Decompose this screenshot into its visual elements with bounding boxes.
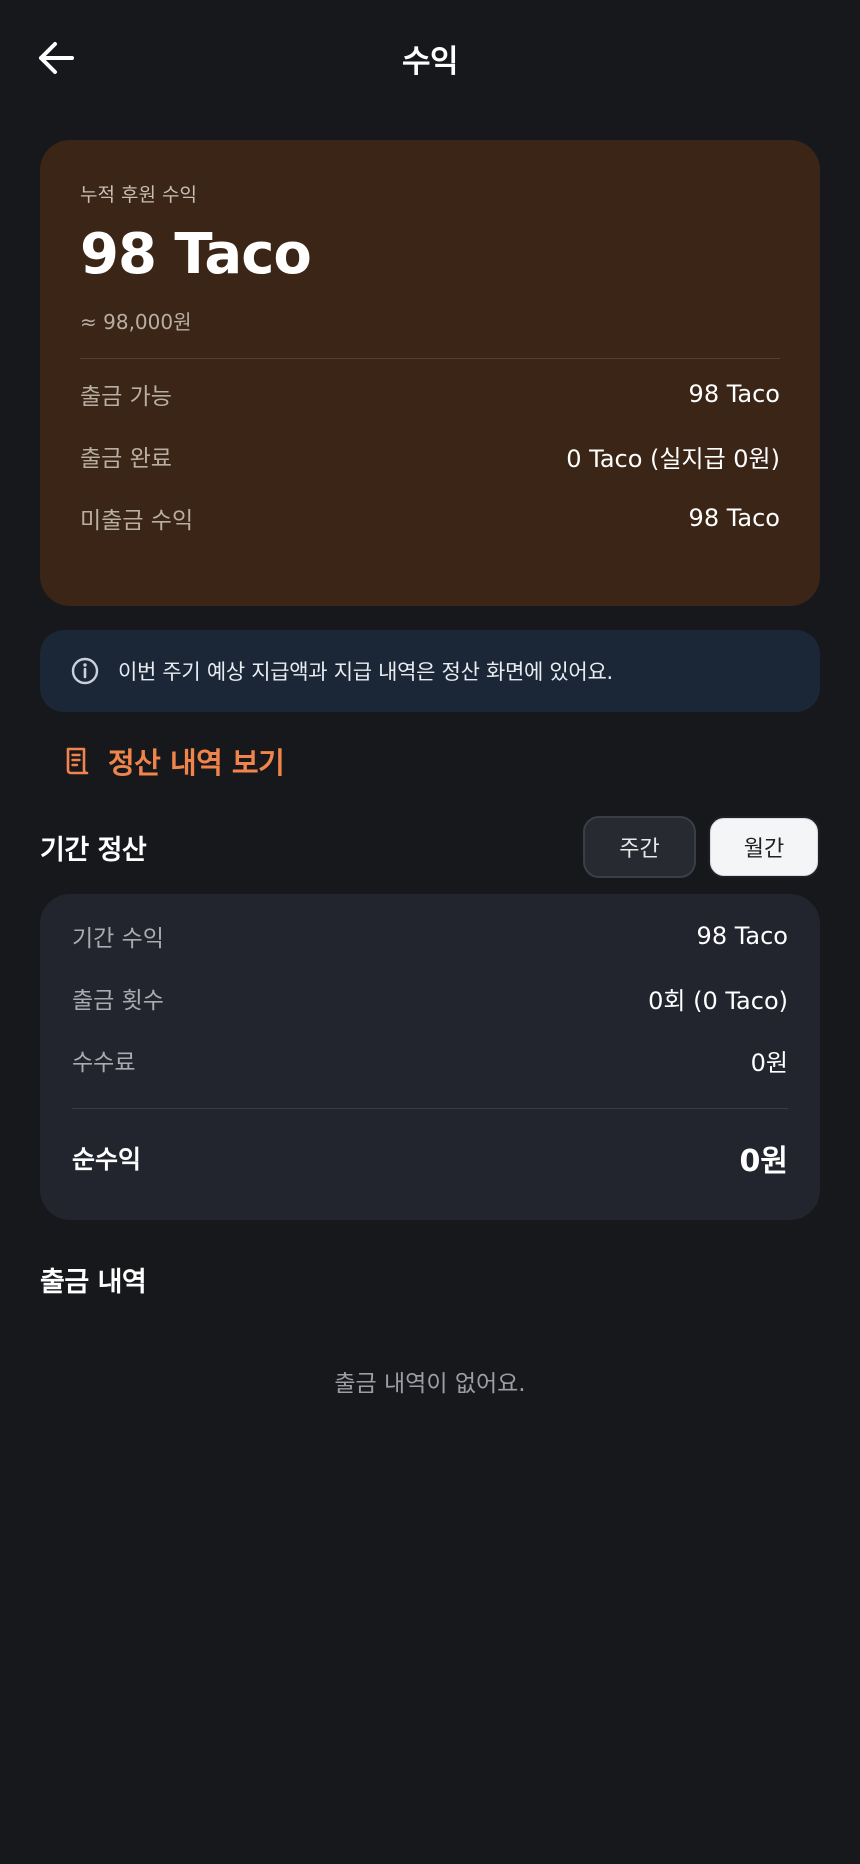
earnings-amount: 98 Taco: [80, 222, 312, 287]
tab-weekly[interactable]: 주간: [583, 816, 696, 878]
period-row-label: 기간 수익: [72, 926, 164, 952]
period-row-value: 98 Taco: [696, 922, 788, 950]
earnings-row-label: 출금 가능: [80, 384, 172, 410]
earnings-divider: [80, 358, 780, 359]
earnings-row-label: 미출금 수익: [80, 508, 194, 534]
info-circle-icon: [71, 657, 99, 685]
info-text: 이번 주기 예상 지급액과 지급 내역은 정산 화면에 있어요.: [118, 660, 613, 684]
earnings-krw-equivalent: ≈ 98,000원: [80, 310, 192, 334]
receipt-icon: [66, 747, 89, 775]
earnings-row-value: 98 Taco: [688, 380, 780, 408]
app-header: 수익: [0, 0, 860, 112]
period-row-label: 수수료: [72, 1050, 136, 1076]
period-settlement-title: 기간 정산: [40, 835, 147, 866]
earnings-row-withdrawn: 출금 완료 0 Taco (실지급 0원): [80, 438, 780, 474]
earnings-row-value: 0 Taco (실지급 0원): [566, 444, 780, 473]
earnings-row-value: 98 Taco: [688, 504, 780, 532]
net-earnings-label: 순수익: [72, 1145, 142, 1174]
page-title: 수익: [401, 44, 459, 80]
period-row-fee: 수수료 0원: [72, 1042, 788, 1078]
earnings-row-unwithdrawn: 미출금 수익 98 Taco: [80, 500, 780, 536]
withdrawal-empty-message: 출금 내역이 없어요.: [334, 1371, 526, 1397]
earnings-summary-card: 누적 후원 수익 98 Taco ≈ 98,000원 출금 가능 98 Taco…: [40, 140, 820, 606]
view-settlement-label: 정산 내역 보기: [108, 746, 285, 780]
period-row-value: 0회 (0 Taco): [648, 986, 788, 1015]
period-settlement-card: 기간 수익 98 Taco 출금 횟수 0회 (0 Taco) 수수료 0원 순…: [40, 894, 820, 1220]
period-row-withdraw-count: 출금 횟수 0회 (0 Taco): [72, 980, 788, 1016]
period-divider: [72, 1108, 788, 1109]
earnings-label: 누적 후원 수익: [80, 184, 197, 206]
net-earnings-value: 0원: [739, 1144, 788, 1179]
settlement-info-notice: 이번 주기 예상 지급액과 지급 내역은 정산 화면에 있어요.: [40, 630, 820, 712]
period-row-label: 출금 횟수: [72, 988, 164, 1014]
period-row-value: 0원: [750, 1048, 788, 1077]
withdrawal-history-title: 출금 내역: [40, 1267, 147, 1298]
earnings-row-label: 출금 완료: [80, 446, 172, 472]
earnings-row-withdrawable: 출금 가능 98 Taco: [80, 376, 780, 412]
period-row-earnings: 기간 수익 98 Taco: [72, 918, 788, 954]
view-settlement-link[interactable]: 정산 내역 보기: [64, 736, 285, 786]
period-row-net-earnings: 순수익 0원: [72, 1136, 788, 1180]
tab-monthly[interactable]: 월간: [708, 816, 820, 878]
